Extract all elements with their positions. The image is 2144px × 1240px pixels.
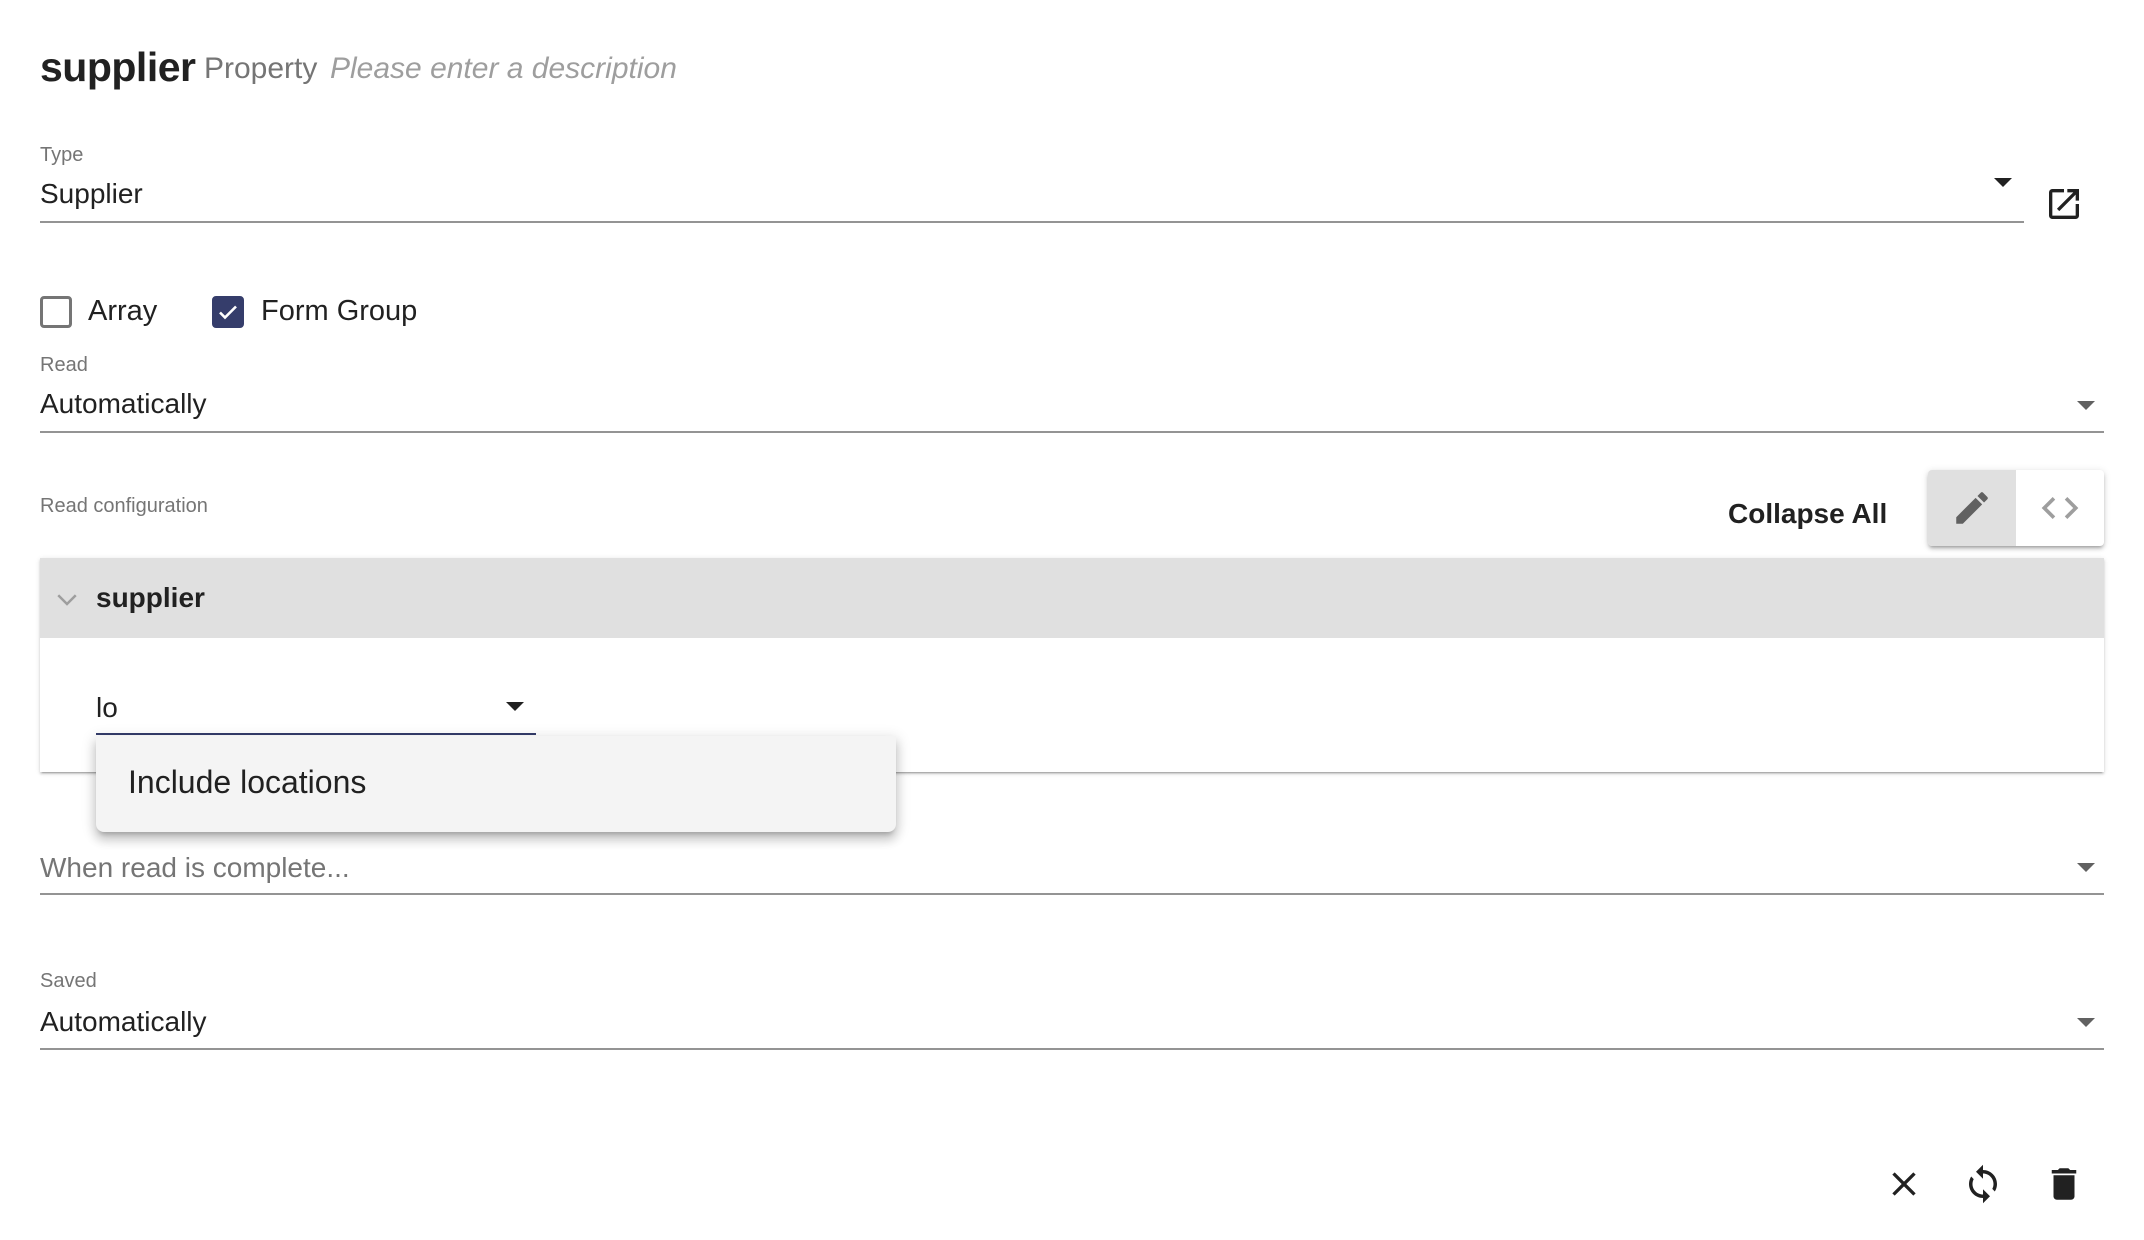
close-icon: [1892, 1172, 1916, 1196]
checkmark-icon: [219, 305, 237, 320]
option-include-locations[interactable]: Include locations: [128, 764, 366, 801]
open-type-button[interactable]: [2040, 180, 2088, 228]
when-read-complete-placeholder: When read is complete...: [40, 852, 350, 883]
saved-value: Automatically: [40, 1006, 207, 1037]
autocomplete-dropdown: Include locations: [96, 736, 896, 832]
saved-dropdown-arrow-icon: [2077, 1018, 2095, 1027]
code-icon: [2041, 497, 2079, 519]
panel-title: supplier: [96, 582, 205, 613]
refresh-icon: [1969, 1164, 1997, 1204]
when-read-dropdown-arrow-icon: [2077, 863, 2095, 872]
read-underline: [40, 431, 2104, 433]
chevron-down-icon[interactable]: [52, 584, 82, 614]
read-configuration-label: Read configuration: [40, 495, 208, 517]
read-value: Automatically: [40, 388, 207, 419]
array-label: Array: [88, 295, 158, 327]
saved-select[interactable]: Saved Automatically: [40, 968, 2104, 1052]
array-checkbox-row[interactable]: Array: [40, 295, 170, 328]
property-kind: Property: [204, 52, 318, 85]
delete-button[interactable]: [2040, 1160, 2088, 1208]
form-group-checkbox[interactable]: [212, 296, 244, 328]
type-label: Type: [40, 144, 84, 166]
form-group-label: Form Group: [261, 295, 418, 327]
read-label: Read: [40, 354, 88, 376]
when-read-underline: [40, 893, 2104, 895]
panel-header[interactable]: supplier: [40, 558, 2104, 638]
refresh-button[interactable]: [1959, 1160, 2007, 1208]
include-underline: [96, 733, 536, 735]
include-input[interactable]: lo: [96, 692, 118, 724]
collapse-all-button[interactable]: Collapse All: [1728, 498, 1887, 530]
read-select[interactable]: Read Automatically: [40, 352, 2104, 434]
array-checkbox[interactable]: [40, 296, 72, 328]
open-in-new-icon: [2049, 189, 2079, 219]
type-value: Supplier: [40, 178, 143, 209]
form-group-checkbox-row[interactable]: Form Group: [212, 295, 432, 328]
when-read-complete-select[interactable]: When read is complete...: [40, 846, 2104, 896]
delete-icon: [2051, 1168, 2077, 1200]
property-name: supplier: [40, 44, 196, 90]
pencil-icon: [1956, 492, 1988, 524]
include-dropdown-arrow-icon: [506, 702, 524, 711]
description-input[interactable]: Please enter a description: [330, 52, 677, 86]
type-dropdown-arrow-icon: [1994, 178, 2012, 187]
include-select[interactable]: lo: [96, 678, 536, 736]
code-editor-toggle[interactable]: [2016, 470, 2104, 546]
view-mode-toggle: [1928, 470, 2104, 546]
type-underline: [40, 221, 2024, 223]
visual-editor-toggle[interactable]: [1928, 470, 2016, 546]
close-button[interactable]: [1880, 1160, 1928, 1208]
saved-underline: [40, 1048, 2104, 1050]
saved-label: Saved: [40, 970, 97, 992]
type-select[interactable]: Type Supplier: [40, 140, 2024, 224]
read-dropdown-arrow-icon: [2077, 401, 2095, 410]
